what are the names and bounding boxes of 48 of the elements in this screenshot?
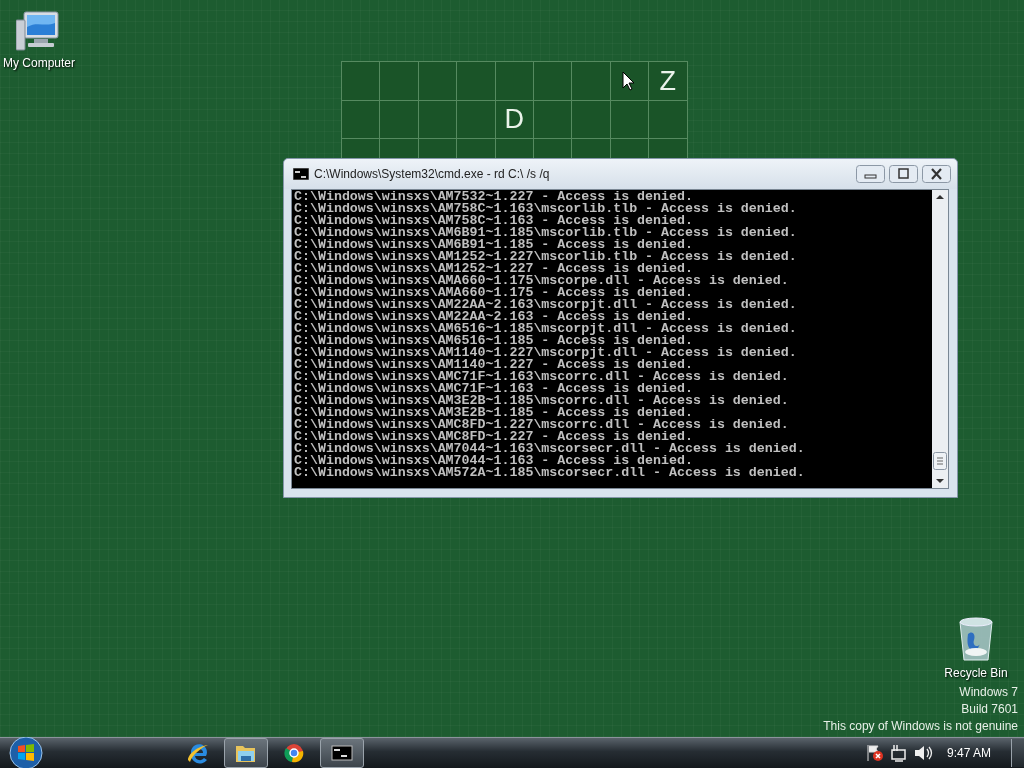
console-line: C:\Windows\winsxs\AM22AA~2.163\mscorpjt.dll - Access is denied. — [294, 298, 798, 311]
console-line: C:\Windows\winsxs\AM1140~1.227 - Access is denied. — [294, 358, 693, 371]
watermark-text: Windows 7 — [959, 684, 1018, 701]
computer-icon[interactable] — [16, 10, 62, 52]
console-line: C:\Windows\winsxs\AM758C~1.163\mscorlib.tlb - Access is denied. — [294, 202, 798, 215]
console-line: C:\Windows\winsxs\AMC8FD~1.227 - Access is denied. — [294, 430, 693, 443]
console-line: C:\Windows\winsxs\AMC71F~1.163 - Access is denied. — [294, 382, 693, 395]
console-line: C:\Windows\winsxs\AM1140~1.227\mscorpjt.dll - Access is denied. — [294, 346, 798, 359]
console-line: C:\Windows\winsxs\AM6516~1.185 - Access is denied. — [294, 334, 693, 347]
flag-icon[interactable] — [864, 743, 885, 763]
console-line: C:\Windows\winsxs\AM7044~1.163 - Access is denied. — [294, 454, 693, 467]
scrollbar-thumb[interactable] — [933, 452, 947, 470]
console-line: C:\Windows\winsxs\AM6516~1.185\mscorpjt.dll - Access is denied. — [294, 322, 798, 335]
taskbar-button[interactable] — [320, 738, 364, 768]
console-line: C:\Windows\winsxs\AM6B91~1.185\mscorlib.tlb - Access is denied. — [294, 226, 798, 239]
console-line: C:\Windows\winsxs\AMC8FD~1.227\mscorrc.dll - Access is denied. — [294, 418, 790, 431]
icon-label[interactable]: Recycle Bin — [944, 666, 1008, 680]
console-line: C:\Windows\winsxs\AM6B91~1.185 - Access is denied. — [294, 238, 693, 251]
console-line: C:\Windows\winsxs\AM572A~1.185\mscorsecr.dll - Access is denied. — [294, 466, 806, 479]
console-line: C:\Windows\winsxs\AMA660~1.175 - Access is denied. — [294, 286, 693, 299]
console-line: C:\Windows\winsxs\AM7044~1.163\mscorsecr.dll - Access is denied. — [294, 442, 806, 455]
network-icon[interactable] — [888, 743, 909, 763]
window-title: C:\Windows\System32\cmd.exe - rd C:\ /s /q — [314, 166, 551, 181]
console-line: C:\Windows\winsxs\AM22AA~2.163 - Access is denied. — [294, 310, 693, 323]
recycle-bin-icon[interactable] — [956, 616, 996, 662]
mouse-pointer-icon — [622, 71, 635, 91]
watermark-text: This copy of Windows is not genuine — [823, 718, 1018, 735]
grid-letter: D — [504, 104, 524, 135]
close-button[interactable] — [922, 164, 951, 183]
scrollbar[interactable] — [932, 189, 948, 488]
icon-label[interactable]: My Computer — [3, 56, 75, 70]
console-line: C:\Windows\winsxs\AM7532~1.227 - Access is denied. — [294, 190, 693, 203]
console-line: C:\Windows\winsxs\AM758C~1.163 - Access is denied. — [294, 214, 693, 227]
console-line: C:\Windows\winsxs\AM3E2B~1.185\mscorrc.dll - Access is denied. — [294, 394, 790, 407]
console-line: C:\Windows\winsxs\AM1252~1.227\mscorlib.tlb - Access is denied. — [294, 250, 798, 263]
show-desktop-button[interactable] — [1011, 739, 1024, 767]
speaker-icon[interactable] — [912, 743, 933, 763]
console-line: C:\Windows\winsxs\AM3E2B~1.185 - Access is denied. — [294, 406, 693, 419]
console-icon — [293, 167, 309, 180]
taskbar-button[interactable] — [224, 738, 268, 768]
maximize-button[interactable] — [889, 164, 918, 183]
console-line: C:\Windows\winsxs\AMA660~1.175\mscorpe.dll - Access is denied. — [294, 274, 790, 287]
console-line: C:\Windows\winsxs\AMC71F~1.163\mscorrc.dll - Access is denied. — [294, 370, 790, 383]
minimize-button[interactable] — [856, 164, 885, 183]
clock[interactable]: 9:47 AM — [946, 746, 991, 760]
console-line: C:\Windows\winsxs\AM1252~1.227 - Access is denied. — [294, 262, 693, 275]
grid-letter: Z — [659, 65, 677, 96]
watermark-text: Build 7601 — [961, 701, 1018, 718]
